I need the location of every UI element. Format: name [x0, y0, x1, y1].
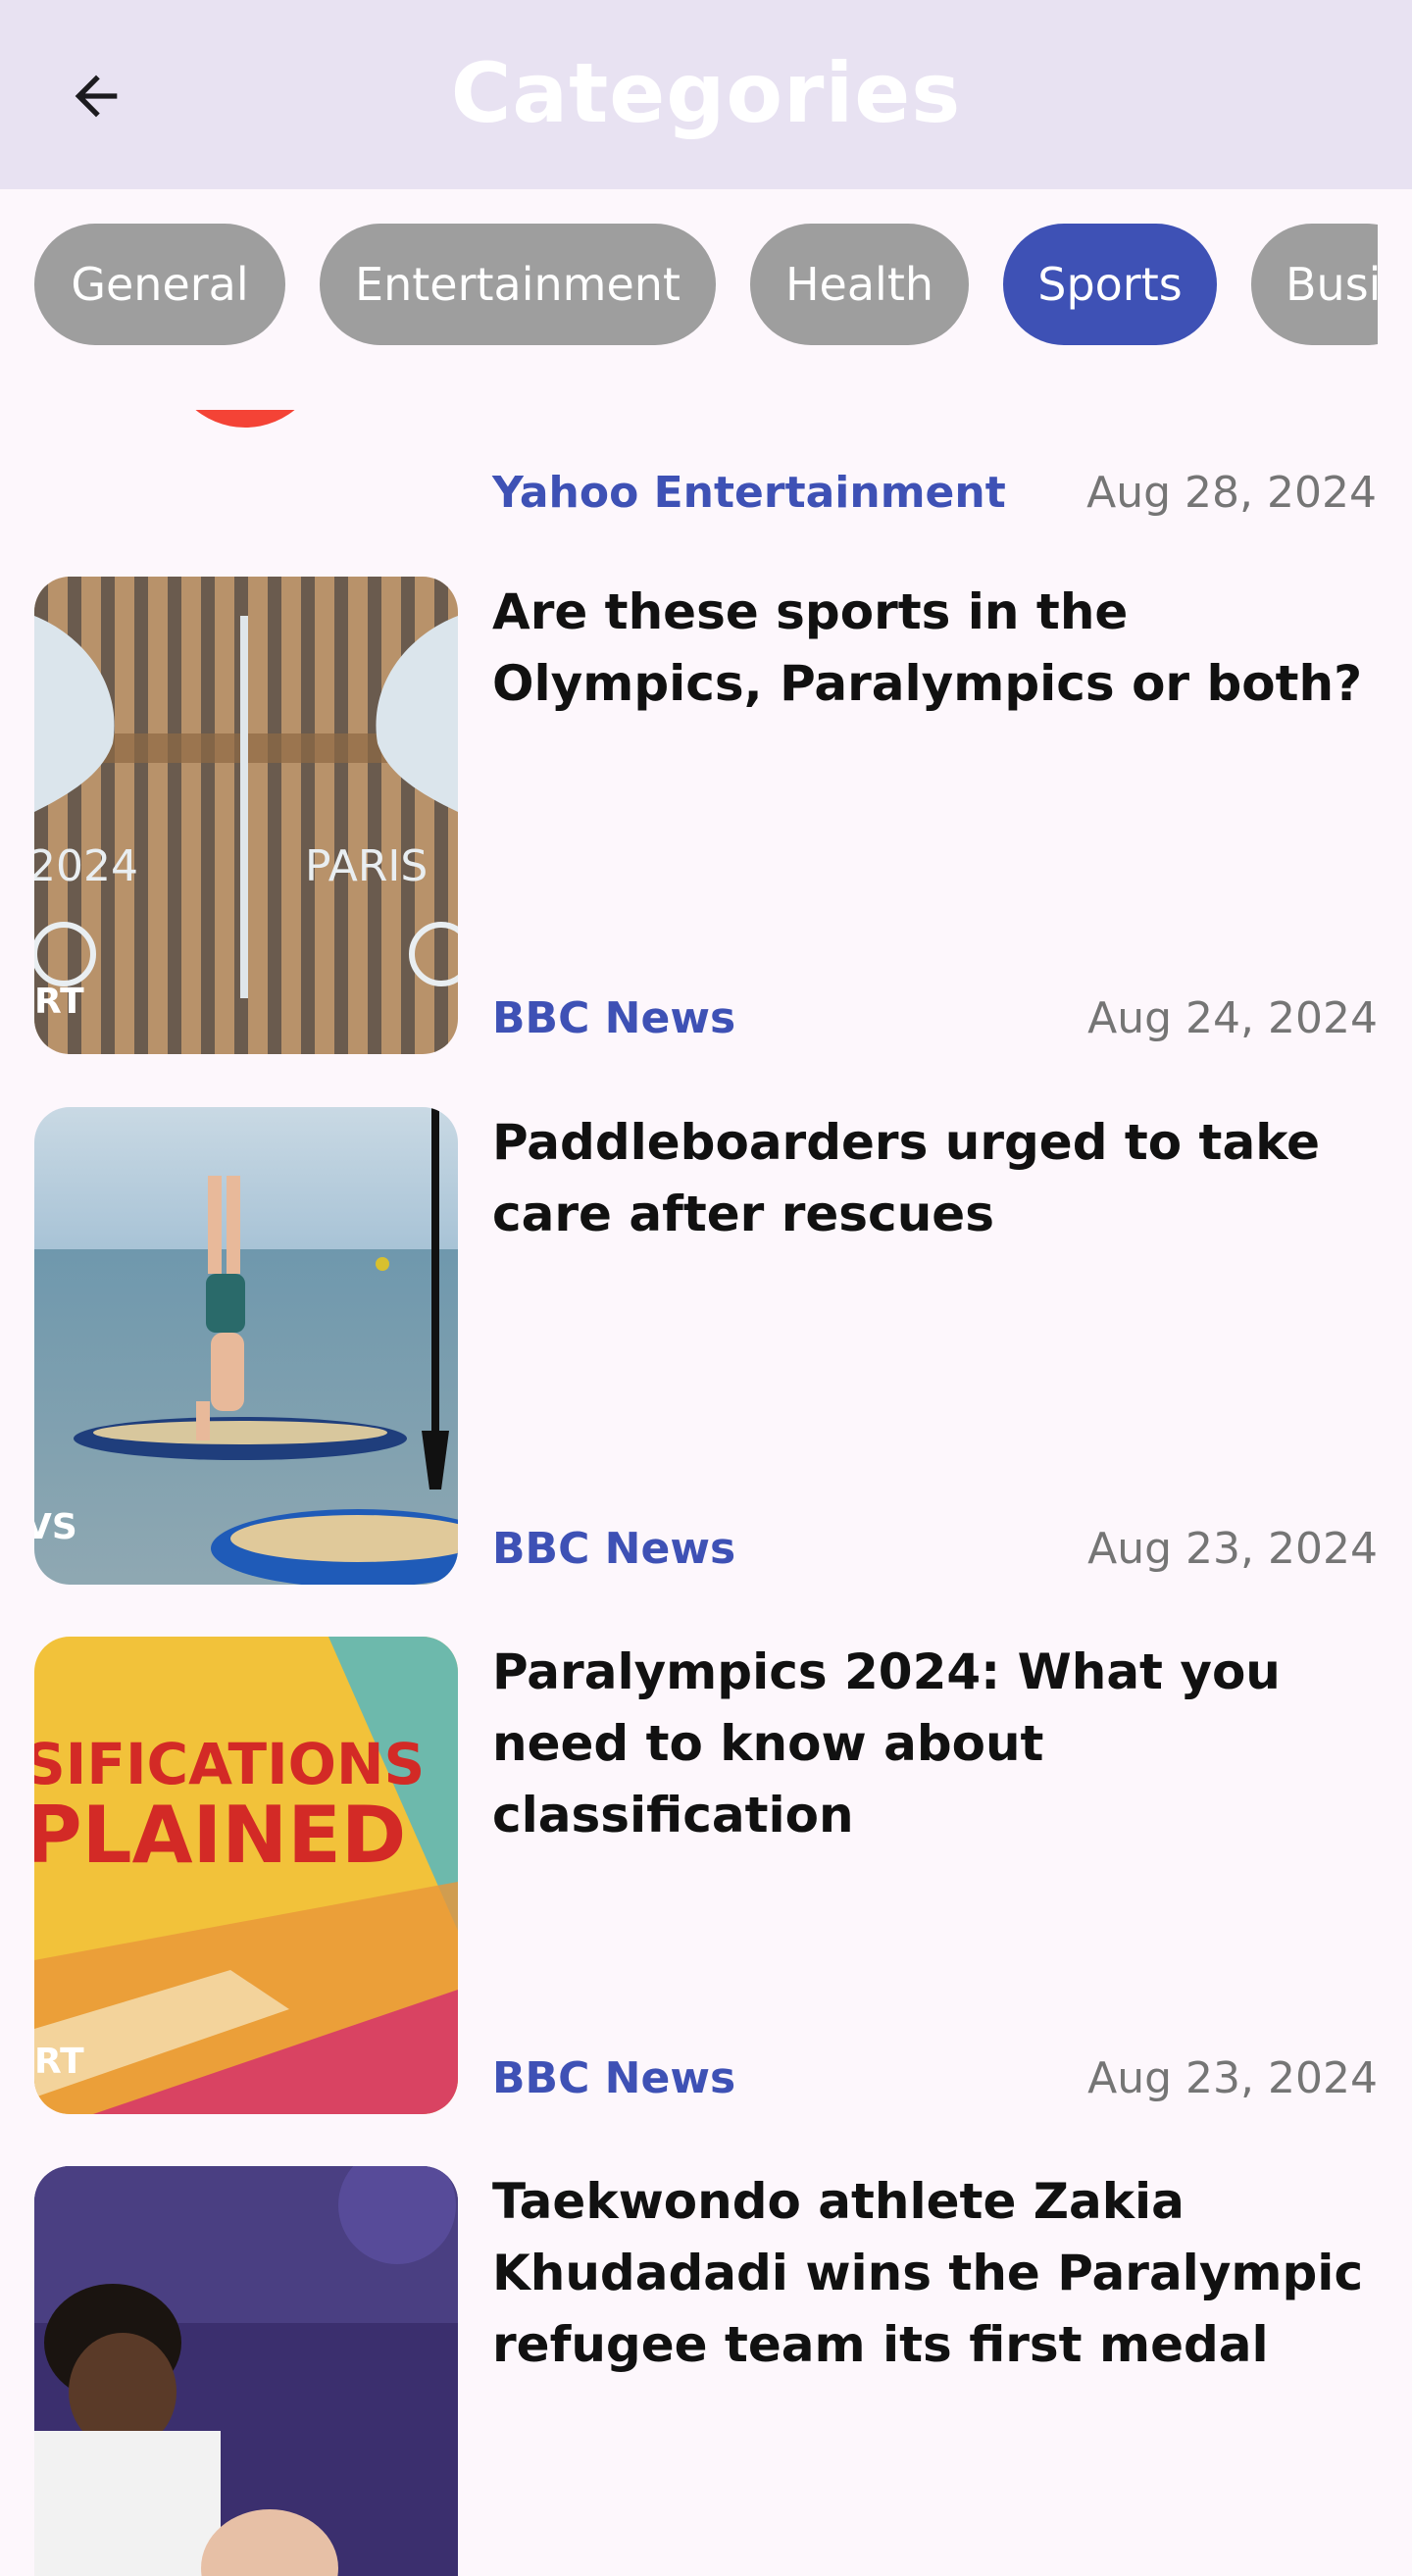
article-meta: BBC News Aug 23, 2024	[492, 2048, 1378, 2107]
chip-business[interactable]: Busi	[1251, 224, 1378, 345]
thumbnail-sign-city: PARIS	[305, 841, 428, 891]
article-source: BBC News	[492, 992, 736, 1043]
thumbnail-poster-line2: PLAINED	[34, 1790, 406, 1881]
article-thumbnail: VS	[34, 1107, 458, 1585]
article-headline: Taekwondo athlete Zakia Khudadadi wins t…	[492, 2173, 1364, 2373]
article-date: Aug 28, 2024	[1086, 467, 1377, 518]
article-headline: Paddleboarders urged to take care after …	[492, 1114, 1321, 1242]
article-meta: BBC News Aug 24, 2024	[492, 988, 1378, 1047]
article-date: Aug 24, 2024	[1087, 992, 1378, 1043]
top-app-bar: Categories	[0, 0, 1412, 189]
thumbnail-poster-line1: SIFICATIONS	[34, 1731, 425, 1797]
article-source: BBC News	[492, 2052, 736, 2103]
article-source: Yahoo Entertainment	[492, 467, 1006, 518]
thumbnail-corner-text: VS	[34, 1507, 77, 1547]
chip-sports[interactable]: Sports	[1003, 224, 1217, 345]
article-headline: Are these sports in the Olympics, Paraly…	[492, 583, 1363, 712]
partial-article-meta: Yahoo Entertainment Aug 28, 2024	[492, 463, 1377, 522]
app-root: Categories General Entertainment Health …	[0, 0, 1412, 2576]
category-chip-row[interactable]: General Entertainment Health Sports Busi	[34, 224, 1378, 345]
article-thumbnail: 2024 PARIS RT	[34, 577, 458, 1054]
thumbnail-corner-text: RT	[34, 2042, 84, 2082]
article-card[interactable]: SIFICATIONS PLAINED RT Paralympics 2024:…	[34, 1637, 1378, 2114]
page-title: Categories	[450, 45, 962, 141]
chip-health[interactable]: Health	[750, 224, 969, 345]
article-card[interactable]: 2024 PARIS RT Are these sports in the Ol…	[34, 577, 1378, 1054]
article-card[interactable]: VS Paddleboarders urged to take care aft…	[34, 1107, 1378, 1585]
thumbnail-sign-year: 2024	[34, 841, 138, 891]
article-meta: BBC News Aug 23, 2024	[492, 1519, 1378, 1578]
article-thumbnail	[34, 2166, 458, 2576]
article-headline: Paralympics 2024: What you need to know …	[492, 1643, 1281, 1844]
article-source: BBC News	[492, 1523, 736, 1574]
chip-general[interactable]: General	[34, 224, 285, 345]
thumbnail-corner-text: RT	[34, 982, 84, 1022]
article-date: Aug 23, 2024	[1087, 1523, 1378, 1574]
article-thumbnail: SIFICATIONS PLAINED RT	[34, 1637, 458, 2114]
article-date: Aug 23, 2024	[1087, 2052, 1378, 2103]
chip-entertainment[interactable]: Entertainment	[320, 224, 716, 345]
article-card[interactable]: Taekwondo athlete Zakia Khudadadi wins t…	[34, 2166, 1378, 2576]
